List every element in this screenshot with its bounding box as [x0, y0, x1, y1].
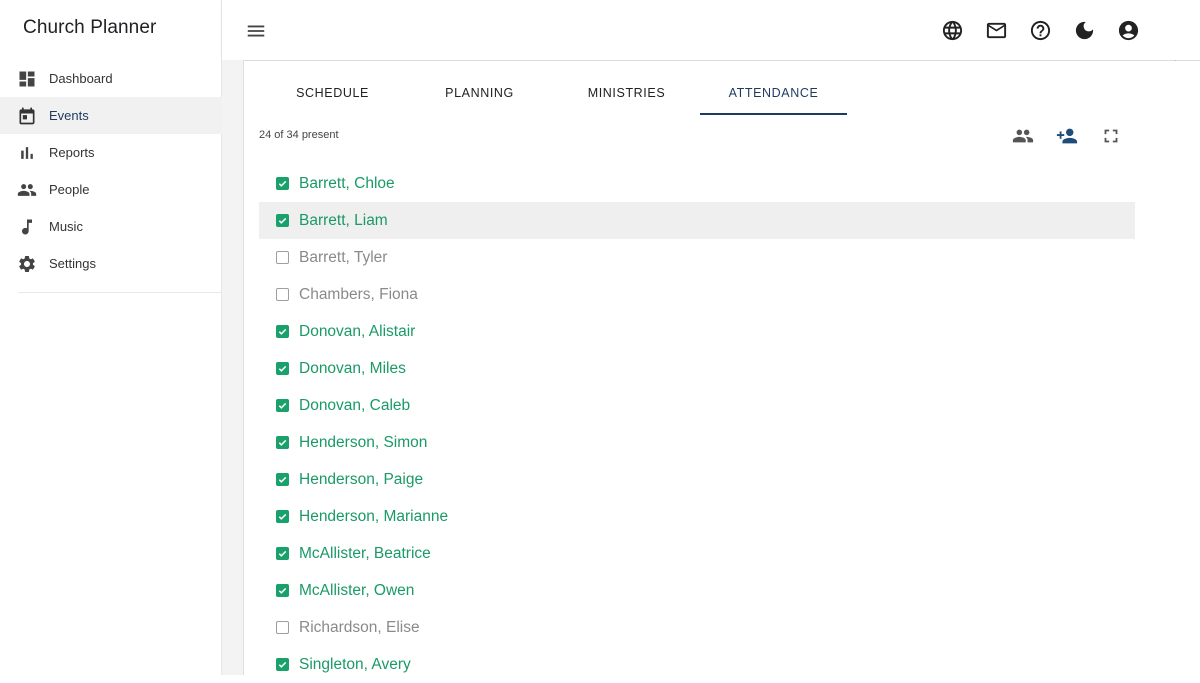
account-icon[interactable]	[1117, 19, 1140, 42]
app-title: Church Planner	[23, 17, 157, 38]
sidebar-item-label: Dashboard	[49, 71, 113, 86]
attendance-row[interactable]: McAllister, Owen	[259, 572, 1135, 609]
people-icon	[17, 180, 37, 200]
attendance-checkbox[interactable]	[276, 288, 289, 301]
attendance-panel: SCHEDULE PLANNING MINISTRIES ATTENDANCE …	[244, 61, 1200, 675]
attendance-checkbox[interactable]	[276, 177, 289, 190]
tab-planning[interactable]: PLANNING	[406, 71, 553, 114]
person-name: Barrett, Liam	[299, 211, 388, 229]
person-name: Chambers, Fiona	[299, 285, 418, 303]
attendance-checkbox[interactable]	[276, 436, 289, 449]
mail-icon[interactable]	[985, 19, 1008, 42]
attendance-checkbox[interactable]	[276, 658, 289, 671]
attendance-checkbox[interactable]	[276, 510, 289, 523]
person-name: Barrett, Tyler	[299, 248, 388, 266]
person-name: McAllister, Owen	[299, 581, 415, 599]
sidebar-item-label: Settings	[49, 256, 96, 271]
person-name: Henderson, Paige	[299, 470, 424, 488]
top-bar-actions	[941, 19, 1140, 42]
sidebar-item-reports[interactable]: Reports	[0, 134, 222, 171]
sidebar-item-people[interactable]: People	[0, 171, 222, 208]
gear-icon	[17, 254, 37, 274]
tab-attendance[interactable]: ATTENDANCE	[700, 71, 847, 115]
attendance-row[interactable]: McAllister, Beatrice	[259, 535, 1135, 572]
top-bar	[222, 0, 1200, 65]
present-count: 24 of 34 present	[259, 129, 339, 141]
attendance-row[interactable]: Henderson, Paige	[259, 461, 1135, 498]
globe-icon[interactable]	[941, 19, 964, 42]
group-icon[interactable]	[1012, 125, 1034, 147]
person-name: Henderson, Marianne	[299, 507, 449, 525]
sidebar-item-label: Music	[49, 219, 83, 234]
attendance-checkbox[interactable]	[276, 251, 289, 264]
attendance-checkbox[interactable]	[276, 399, 289, 412]
sidebar-item-label: Reports	[49, 145, 95, 160]
sidebar: Church Planner Dashboard Events Reports …	[0, 0, 222, 675]
attendance-row[interactable]: Singleton, Avery	[259, 646, 1135, 683]
person-name: Donovan, Alistair	[299, 322, 416, 340]
content-gutter	[222, 60, 244, 675]
add-person-icon[interactable]	[1056, 125, 1078, 147]
bar-chart-icon	[17, 143, 37, 163]
menu-icon[interactable]	[245, 20, 267, 42]
dark-mode-icon[interactable]	[1073, 19, 1096, 42]
person-name: Barrett, Chloe	[299, 174, 395, 192]
sidebar-item-label: Events	[49, 108, 89, 123]
attendance-row[interactable]: Donovan, Miles	[259, 350, 1135, 387]
sidebar-item-events[interactable]: Events	[0, 97, 222, 134]
sidebar-item-music[interactable]: Music	[0, 208, 222, 245]
attendance-row[interactable]: Barrett, Chloe	[259, 165, 1135, 202]
sidebar-item-settings[interactable]: Settings	[0, 245, 222, 282]
attendance-row[interactable]: Barrett, Liam	[259, 202, 1135, 239]
attendance-checkbox[interactable]	[276, 621, 289, 634]
attendance-row[interactable]: Henderson, Marianne	[259, 498, 1135, 535]
person-name: Donovan, Caleb	[299, 396, 411, 414]
person-name: Richardson, Elise	[299, 618, 420, 636]
person-name: Donovan, Miles	[299, 359, 406, 377]
dashboard-icon	[17, 69, 37, 89]
attendance-row[interactable]: Donovan, Caleb	[259, 387, 1135, 424]
sidebar-item-label: People	[49, 182, 90, 197]
tab-schedule[interactable]: SCHEDULE	[259, 71, 406, 114]
attendance-tools	[1012, 125, 1122, 147]
attendance-checkbox[interactable]	[276, 584, 289, 597]
help-icon[interactable]	[1029, 19, 1052, 42]
attendance-row[interactable]: Barrett, Tyler	[259, 239, 1135, 276]
attendance-list: Barrett, Chloe Barrett, Liam Barrett, Tyle…	[259, 165, 1135, 683]
attendance-checkbox[interactable]	[276, 473, 289, 486]
attendance-checkbox[interactable]	[276, 362, 289, 375]
attendance-checkbox[interactable]	[276, 214, 289, 227]
tab-ministries[interactable]: MINISTRIES	[553, 71, 700, 114]
calendar-icon	[17, 106, 37, 126]
person-name: Singleton, Avery	[299, 655, 411, 673]
person-name: Henderson, Simon	[299, 433, 428, 451]
fullscreen-icon[interactable]	[1100, 125, 1122, 147]
sidebar-nav: Dashboard Events Reports People Music Se…	[0, 60, 222, 282]
attendance-row[interactable]: Donovan, Alistair	[259, 313, 1135, 350]
attendance-row[interactable]: Richardson, Elise	[259, 609, 1135, 646]
event-tabs: SCHEDULE PLANNING MINISTRIES ATTENDANCE	[259, 71, 847, 115]
music-note-icon	[17, 217, 37, 237]
sidebar-divider	[18, 292, 222, 293]
attendance-row[interactable]: Chambers, Fiona	[259, 276, 1135, 313]
person-name: McAllister, Beatrice	[299, 544, 431, 562]
attendance-checkbox[interactable]	[276, 325, 289, 338]
attendance-row[interactable]: Henderson, Simon	[259, 424, 1135, 461]
attendance-checkbox[interactable]	[276, 547, 289, 560]
sidebar-item-dashboard[interactable]: Dashboard	[0, 60, 222, 97]
